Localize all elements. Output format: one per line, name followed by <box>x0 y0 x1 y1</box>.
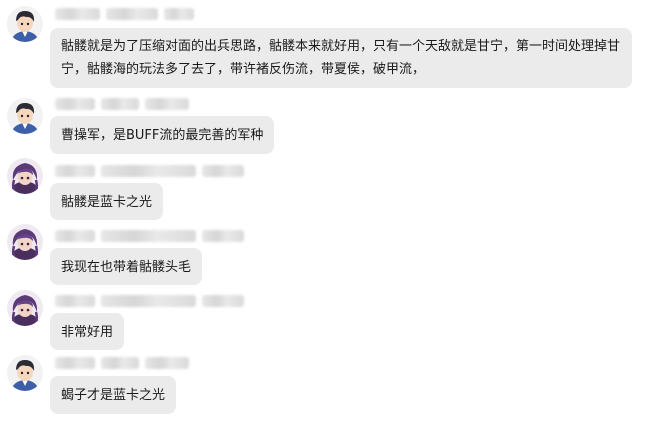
female-avatar-icon[interactable] <box>7 290 43 326</box>
female-avatar-icon[interactable] <box>7 224 43 260</box>
chat-window: 骷髅就是为了压缩对面的出兵思路，骷髅本来就好用，只有一个天敌就是甘宁，第一时间处… <box>0 0 649 424</box>
sender-info-blurred <box>55 98 189 110</box>
message-bubble: 骷髅是蓝卡之光 <box>50 183 164 220</box>
message-text: 骷髅是蓝卡之光 <box>61 195 153 210</box>
message-text: 骷髅就是为了压缩对面的出兵思路，骷髅本来就好用，只有一个天敌就是甘宁，第一时间处… <box>61 39 621 77</box>
female-avatar-icon[interactable] <box>7 158 43 194</box>
message-bubble: 骷髅就是为了压缩对面的出兵思路，骷髅本来就好用，只有一个天敌就是甘宁，第一时间处… <box>50 28 632 88</box>
sender-info-blurred <box>55 230 244 242</box>
sender-info-blurred <box>55 357 189 369</box>
message-text: 我现在也带着骷髅头毛 <box>61 260 192 275</box>
sender-info-blurred <box>55 295 244 307</box>
message-bubble: 曹操军，是BUFF流的最完善的军种 <box>50 116 275 154</box>
message-bubble: 非常好用 <box>50 313 125 350</box>
message-text: 蝎子才是蓝卡之光 <box>61 388 166 403</box>
male-avatar-icon[interactable] <box>7 355 43 391</box>
male-avatar-icon[interactable] <box>7 98 43 134</box>
message-bubble: 我现在也带着骷髅头毛 <box>50 248 203 285</box>
message-bubble: 蝎子才是蓝卡之光 <box>50 376 177 414</box>
message-text: 曹操军，是BUFF流的最完善的军种 <box>61 128 264 143</box>
message-text: 非常好用 <box>61 325 114 340</box>
sender-info-blurred <box>55 8 194 20</box>
male-avatar-icon[interactable] <box>7 6 43 42</box>
sender-info-blurred <box>55 165 244 177</box>
